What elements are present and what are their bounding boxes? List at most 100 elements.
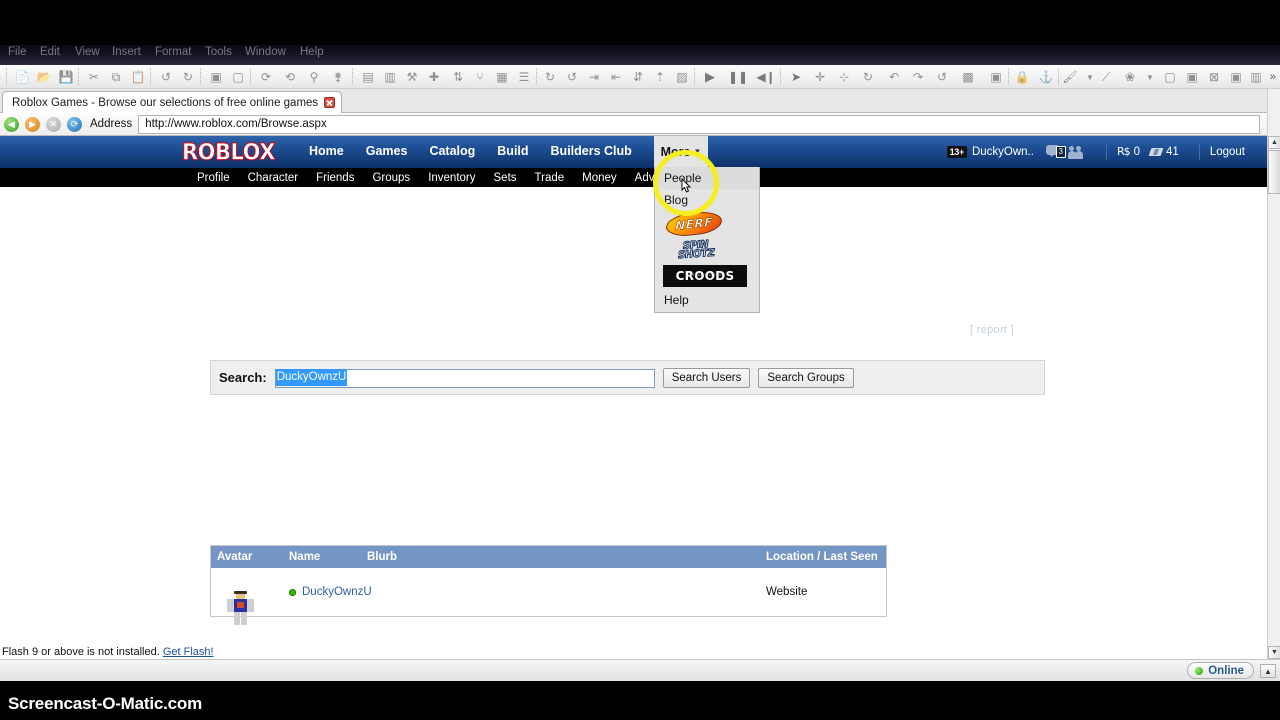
rotate-y-icon[interactable]: ↺ bbox=[934, 69, 950, 85]
material-icon[interactable]: ❀ bbox=[1122, 69, 1138, 85]
nav-item-games[interactable]: Games bbox=[355, 136, 419, 167]
subnav-item-trade[interactable]: Trade bbox=[526, 168, 574, 188]
chevron-down-icon[interactable]: ▼ bbox=[1082, 69, 1098, 85]
tickets-balance[interactable]: 41 bbox=[1150, 146, 1179, 158]
redo-icon[interactable]: ↻ bbox=[180, 69, 196, 85]
copy-icon[interactable]: ⧉ bbox=[108, 69, 124, 85]
subnav-item-character[interactable]: Character bbox=[239, 168, 308, 188]
play-icon[interactable]: ▶ bbox=[702, 69, 718, 85]
dropdown-item-nerf[interactable]: NERF bbox=[655, 211, 759, 237]
dropdown-item-blog[interactable]: Blog bbox=[655, 189, 759, 211]
transform-tool-icon[interactable]: ⊹ bbox=[836, 69, 852, 85]
add-object-icon[interactable]: ⚵ bbox=[330, 69, 346, 85]
nav-item-home[interactable]: Home bbox=[298, 136, 355, 167]
sort-icon[interactable]: ⇅ bbox=[450, 69, 466, 85]
subnav-item-friends[interactable]: Friends bbox=[307, 168, 363, 188]
search-users-button[interactable]: Search Users bbox=[663, 368, 751, 388]
chat-bubble-icon[interactable]: 3 bbox=[1046, 145, 1064, 158]
online-status-badge[interactable]: Online bbox=[1187, 662, 1254, 679]
browser-scrollbar-top[interactable] bbox=[1267, 89, 1280, 136]
search-input[interactable] bbox=[275, 369, 655, 388]
paste-icon[interactable]: 📋 bbox=[130, 69, 146, 85]
step-1-icon[interactable]: ⇥ bbox=[586, 69, 602, 85]
nav-item-catalog[interactable]: Catalog bbox=[418, 136, 486, 167]
username-label[interactable]: DuckyOwn.. bbox=[972, 146, 1034, 158]
browser-tab[interactable]: Roblox Games - Browse our selections of … bbox=[2, 91, 342, 113]
back-arrow-icon[interactable]: ◀ bbox=[4, 117, 19, 132]
page-vertical-scrollbar[interactable]: ▲ ▼ bbox=[1267, 136, 1280, 659]
cut-icon[interactable]: ✂ bbox=[86, 69, 102, 85]
rotate-x-icon[interactable]: ↷ bbox=[910, 69, 926, 85]
chevron-down-icon[interactable]: ▼ bbox=[1142, 69, 1158, 85]
reload-icon[interactable]: ⟳ bbox=[67, 117, 82, 132]
search-groups-button[interactable]: Search Groups bbox=[758, 368, 853, 388]
open-folder-icon[interactable]: 📂 bbox=[36, 69, 52, 85]
dropdown-item-help[interactable]: Help bbox=[655, 289, 759, 311]
nav-item-builders-club[interactable]: Builders Club bbox=[540, 136, 643, 167]
refresh-icon[interactable]: ⟳ bbox=[258, 69, 274, 85]
anchor-icon[interactable]: ⚓ bbox=[1038, 69, 1054, 85]
menu-item-view[interactable]: View bbox=[75, 46, 100, 58]
paint-icon[interactable]: 🖌 bbox=[1062, 69, 1078, 85]
nav-item-more[interactable]: More ▼ bbox=[654, 136, 708, 167]
menu-item-help[interactable]: Help bbox=[300, 46, 324, 58]
eyedropper-icon[interactable]: ⟋ bbox=[1098, 69, 1114, 85]
tree-icon[interactable]: ⑂ bbox=[472, 69, 488, 85]
subnav-item-sets[interactable]: Sets bbox=[485, 168, 526, 188]
align-icon[interactable]: ☰ bbox=[516, 69, 532, 85]
table-icon[interactable]: ▦ bbox=[494, 69, 510, 85]
view-5-icon[interactable]: ▥ bbox=[1248, 69, 1264, 85]
ungroup-icon[interactable]: ▣ bbox=[988, 69, 1004, 85]
scroll-down-arrow-icon[interactable]: ▼ bbox=[1268, 646, 1280, 659]
select-object-icon[interactable]: ▣ bbox=[208, 69, 224, 85]
chevron-up-icon[interactable]: ▲ bbox=[1260, 664, 1276, 678]
page-icon[interactable]: ▤ bbox=[360, 69, 376, 85]
pause-icon[interactable]: ❚❚ bbox=[730, 69, 746, 85]
menu-item-insert[interactable]: Insert bbox=[112, 46, 141, 58]
new-document-icon[interactable]: 📄 bbox=[14, 69, 30, 85]
dropdown-item-croods[interactable]: DREAMWORKS CROODS bbox=[655, 263, 759, 289]
logout-button[interactable]: Logout bbox=[1210, 146, 1245, 158]
view-3-icon[interactable]: ⊠ bbox=[1206, 69, 1222, 85]
result-username-link[interactable]: DuckyOwnzU bbox=[302, 586, 372, 598]
nav-item-build[interactable]: Build bbox=[486, 136, 539, 167]
group-icon[interactable]: ▩ bbox=[960, 69, 976, 85]
view-2-icon[interactable]: ▣ bbox=[1184, 69, 1200, 85]
subnav-item-profile[interactable]: Profile bbox=[188, 168, 239, 188]
save-icon[interactable]: 💾 bbox=[58, 69, 74, 85]
menu-item-format[interactable]: Format bbox=[155, 46, 191, 58]
step-2-icon[interactable]: ⇤ bbox=[608, 69, 624, 85]
add-plugin-icon[interactable]: ✚ bbox=[426, 69, 442, 85]
application-menu-bar[interactable]: File Edit View Insert Format Tools Windo… bbox=[0, 45, 1280, 65]
rotate-1-icon[interactable]: ↶ bbox=[886, 69, 902, 85]
page-properties-icon[interactable]: ▥ bbox=[382, 69, 398, 85]
table-row[interactable]: DuckyOwnzU Website bbox=[211, 568, 886, 616]
forward-arrow-icon[interactable]: ▶ bbox=[25, 117, 40, 132]
global-refresh-icon[interactable]: ⟲ bbox=[282, 69, 298, 85]
step-into-icon[interactable]: ⇵ bbox=[630, 69, 646, 85]
toolbar-overflow-button[interactable]: » bbox=[1270, 71, 1276, 83]
address-input[interactable]: http://www.roblox.com/Browse.aspx bbox=[138, 115, 1260, 134]
roblox-logo[interactable]: ROBLOX bbox=[182, 139, 275, 164]
menu-item-window[interactable]: Window bbox=[245, 46, 286, 58]
view-4-icon[interactable]: ▣ bbox=[1228, 69, 1244, 85]
robux-balance[interactable]: R$ 0 bbox=[1117, 145, 1140, 158]
deselect-object-icon[interactable]: ▢ bbox=[230, 69, 246, 85]
step-frame-icon[interactable]: ◀❙ bbox=[758, 69, 774, 85]
menu-item-edit[interactable]: Edit bbox=[40, 46, 60, 58]
get-flash-link[interactable]: Get Flash! bbox=[163, 646, 214, 658]
menu-item-file[interactable]: File bbox=[8, 46, 27, 58]
subnav-item-money[interactable]: Money bbox=[573, 168, 626, 188]
scroll-up-arrow-icon[interactable]: ▲ bbox=[1268, 136, 1280, 149]
friends-icon[interactable] bbox=[1068, 145, 1088, 159]
undo-icon[interactable]: ↺ bbox=[158, 69, 174, 85]
stop-icon[interactable]: ✕ bbox=[46, 117, 61, 132]
rotate-tool-icon[interactable]: ↻ bbox=[860, 69, 876, 85]
loop-icon[interactable]: ↻ bbox=[542, 69, 558, 85]
tools-icon[interactable]: ⚒ bbox=[404, 69, 420, 85]
subnav-item-groups[interactable]: Groups bbox=[363, 168, 419, 188]
move-tool-icon[interactable]: ✛ bbox=[812, 69, 828, 85]
step-out-icon[interactable]: ⇡ bbox=[652, 69, 668, 85]
loop-back-icon[interactable]: ↺ bbox=[564, 69, 580, 85]
more-dropdown-menu[interactable]: People Blog NERF SPIN SHOTZ DREAMWORKS C… bbox=[654, 167, 760, 313]
